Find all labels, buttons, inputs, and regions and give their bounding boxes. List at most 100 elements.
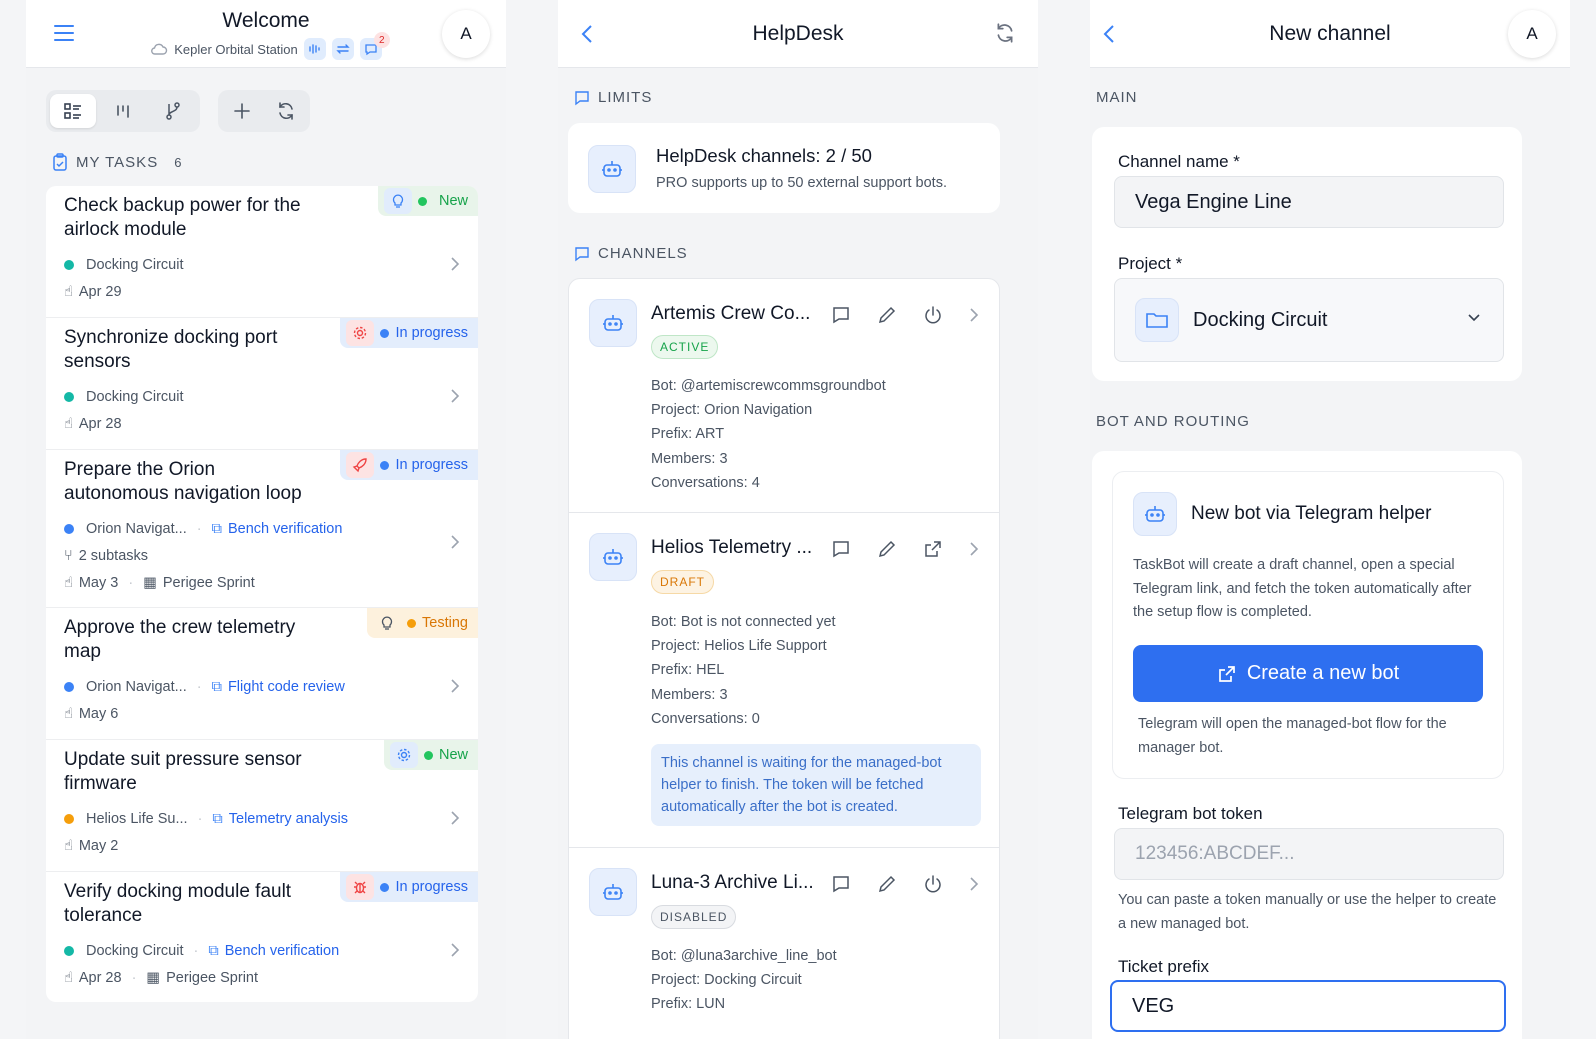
channel-name: Artemis Crew Co... [651,303,811,324]
add-task-button[interactable] [222,94,262,128]
refresh-button[interactable] [266,94,306,128]
token-help: You can paste a token manually or use th… [1118,892,1497,932]
workflow-link[interactable]: Bench verification [228,521,342,537]
robot-icon [589,868,637,916]
page-title: HelpDesk [752,22,844,45]
limits-card: HelpDesk channels: 2 / 50 PRO supports u… [568,123,1000,213]
channel-details: Bot: @luna3archive_line_bot Project: Doc… [651,948,837,1013]
hand-icon: ☝ [64,574,73,591]
edit-icon[interactable] [877,305,897,325]
workspace-name: Kepler Orbital Station [174,41,298,57]
chevron-right-icon [450,388,460,404]
status-badge: DISABLED [651,905,737,929]
avatar[interactable]: A [442,10,490,58]
hand-icon: ☝ [64,705,73,722]
workflow-icon: ⧉ [211,520,222,537]
task-item[interactable]: In progress Synchronize docking port sen… [46,318,478,450]
channel-card[interactable]: Helios Telemetry ... DRAFT Bot: Bot is n… [568,512,1000,848]
page-title: Welcome [222,9,310,32]
helper-card: New bot via Telegram helper TaskBot will… [1112,471,1504,779]
voice-button[interactable] [303,38,326,60]
board-view-button[interactable] [100,94,146,128]
workflow-link[interactable]: Telemetry analysis [229,811,348,827]
task-date: ☝ Apr 29 [64,283,122,300]
section-title: MY TASKS [76,153,159,171]
routing-card: New bot via Telegram helper TaskBot will… [1092,451,1522,1039]
actions-group [218,90,310,132]
edit-icon[interactable] [877,539,897,559]
project-select[interactable]: Docking Circuit [1114,278,1504,362]
workflow-icon: ⧉ [208,942,219,959]
calendar-icon: ▦ [146,969,161,986]
task-title: Prepare the Orion autonomous navigation … [64,459,302,504]
token-input[interactable]: 123456:ABCDEF... [1114,828,1504,880]
task-item[interactable]: In progress Verify docking module fault … [46,872,478,1002]
branch-icon: ⑂ [64,547,73,564]
create-bot-label: Create a new bot [1246,662,1400,684]
lightbulb-icon [373,610,402,636]
message-icon[interactable] [831,874,851,894]
create-bot-button[interactable]: Create a new bot [1133,645,1483,702]
hand-icon: ☝ [64,969,73,986]
prefix-input[interactable]: VEG [1110,980,1506,1032]
task-subtasks: ⑂ 2 subtasks [64,547,149,564]
message-icon[interactable] [831,539,851,559]
task-date: ☝ May 3 · ▦ Perigee Sprint [64,574,255,591]
channel-details: Bot: Bot is not connected yet Project: H… [651,614,836,727]
list-view-button[interactable] [50,94,96,128]
status-label: Testing [422,615,468,631]
channel-card[interactable]: Luna-3 Archive Li... DISABLED Bot: @luna… [568,847,1000,1039]
chevron-right-icon [450,942,460,958]
workflow-icon: ⧉ [212,810,223,827]
task-item[interactable]: Testing Approve the crew telemetry map O… [46,608,478,740]
refresh-icon[interactable] [994,22,1016,44]
helper-title: New bot via Telegram helper [1191,503,1432,524]
hand-icon: ☝ [64,837,73,854]
status-label: New [438,747,468,763]
prefix-label: Ticket prefix [1118,957,1210,976]
channel-name-input[interactable]: Vega Engine Line [1114,176,1504,228]
channel-name-label: Channel name * [1118,152,1240,171]
channel-name: Luna-3 Archive Li... [651,872,814,893]
task-project: Orion Navigat... · ⧉ Bench verification [64,520,460,537]
workflow-link[interactable]: Flight code review [228,679,345,695]
channel-card[interactable]: Artemis Crew Co... ACTIVE Bot: @artemisc… [568,278,1000,513]
limits-heading: HelpDesk channels: 2 / 50 [656,145,872,166]
external-link-icon [1217,664,1237,684]
status-badge: In progress [340,450,478,480]
channel-name: Helios Telemetry ... [651,537,813,558]
message-icon[interactable] [831,305,851,325]
task-title: Update suit pressure sensor firmware [64,749,302,794]
gear-icon [346,320,375,346]
task-project: Docking Circuit [64,388,460,405]
power-icon[interactable] [923,305,943,325]
workflow-icon: ⧉ [211,678,222,695]
page-title: New channel [1269,22,1391,45]
limits-header: LIMITS [574,89,652,106]
chevron-right-icon [450,534,460,550]
token-label: Telegram bot token [1118,804,1263,823]
chevron-right-icon [969,307,979,323]
routing-section-header: BOT AND ROUTING [1096,413,1250,430]
gear-icon [389,742,418,768]
avatar[interactable]: A [1508,10,1556,58]
workflow-link[interactable]: Bench verification [225,943,339,959]
external-link-icon[interactable] [923,539,943,559]
task-item[interactable]: New Update suit pressure sensor firmware… [46,740,478,872]
channel-actions [831,539,979,559]
task-date: ☝ Apr 28 · ▦ Perigee Sprint [64,969,259,986]
sync-button[interactable] [331,38,354,60]
helper-description: TaskBot will create a draft channel, ope… [1133,557,1472,620]
branch-view-button[interactable] [150,94,196,128]
task-title: Approve the crew telemetry map [64,617,296,662]
robot-icon [589,299,637,347]
task-item[interactable]: New Check backup power for the airlock m… [46,186,478,318]
message-icon [574,246,590,262]
channel-actions [831,305,979,325]
status-dot [380,882,390,892]
task-project: Helios Life Su... · ⧉ Telemetry analysis [64,810,460,827]
task-item[interactable]: In progress Prepare the Orion autonomous… [46,450,478,608]
chat-button[interactable]: 2 [359,32,390,60]
power-icon[interactable] [923,874,943,894]
edit-icon[interactable] [877,874,897,894]
